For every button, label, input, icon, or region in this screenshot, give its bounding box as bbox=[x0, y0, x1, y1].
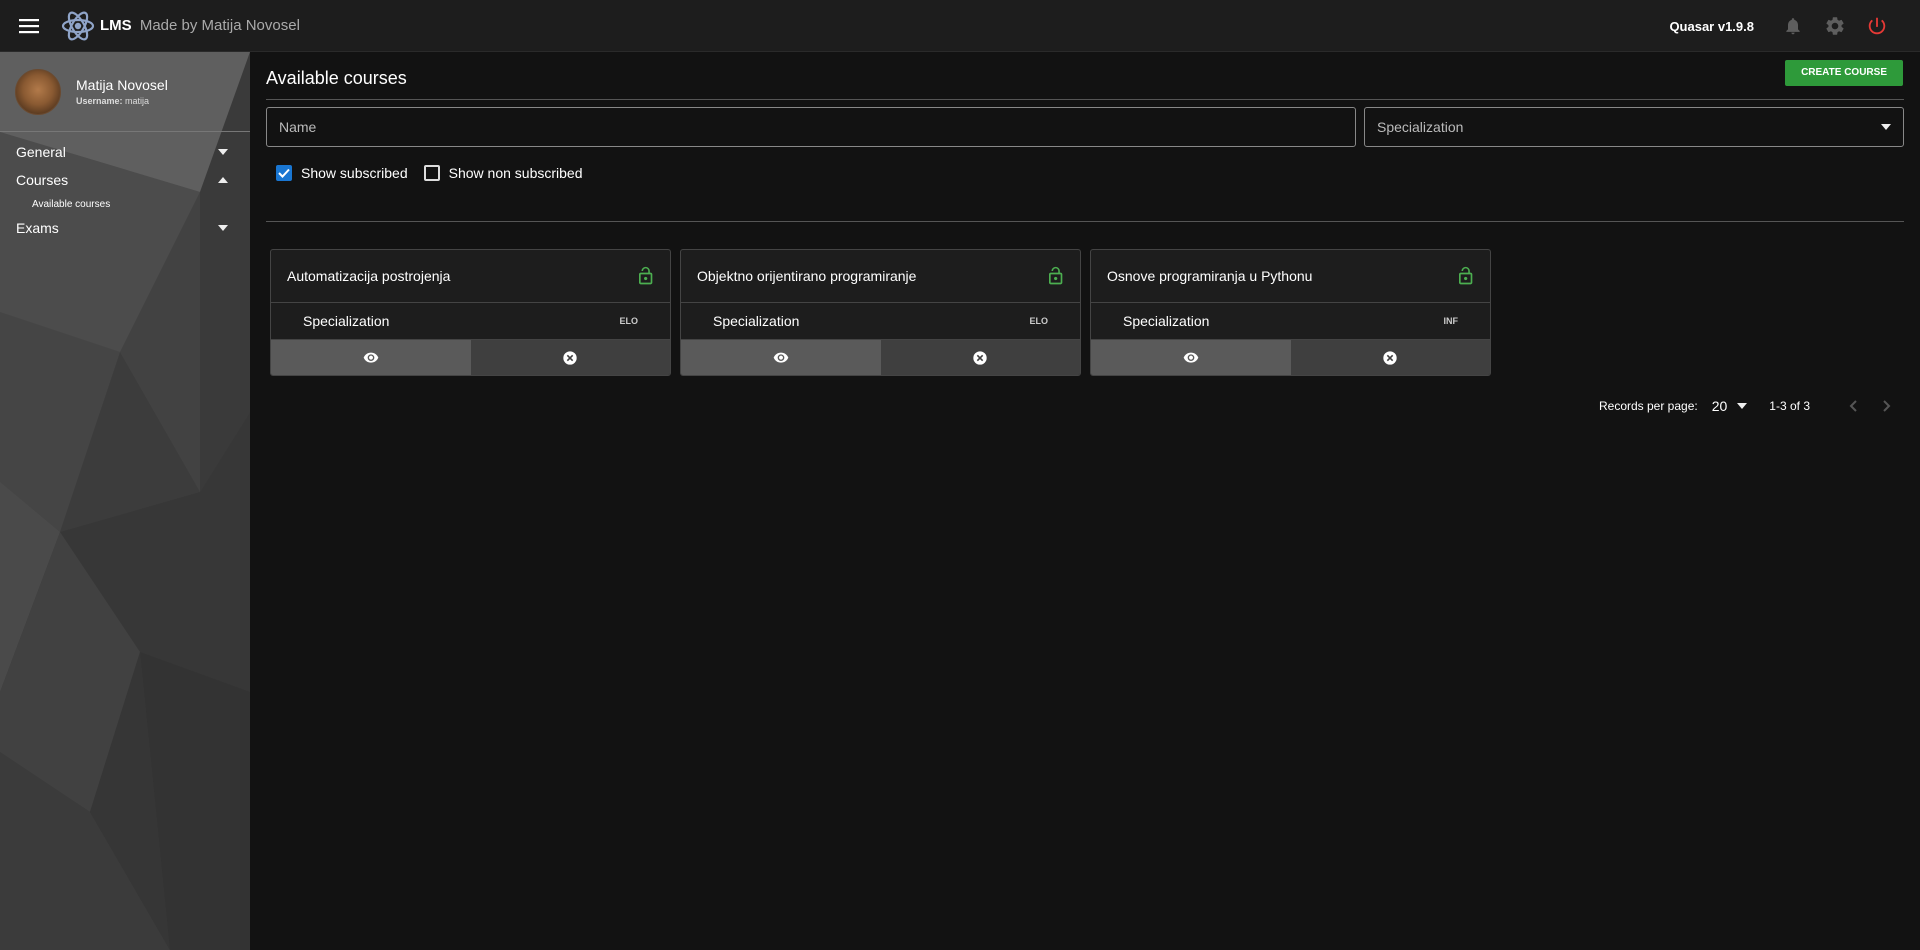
course-cards: Automatizacija postrojenja Specializatio… bbox=[266, 249, 1904, 376]
specialization-code: ELO bbox=[1029, 316, 1048, 326]
course-card-header: Automatizacija postrojenja bbox=[271, 250, 670, 303]
logout-button[interactable] bbox=[1856, 0, 1898, 52]
filters: Name Specialization bbox=[266, 107, 1904, 147]
course-name: Automatizacija postrojenja bbox=[287, 268, 451, 284]
avatar bbox=[15, 68, 61, 115]
chevron-down-icon bbox=[218, 149, 228, 155]
unsubscribe-course-button[interactable] bbox=[470, 340, 670, 375]
page-header: Available courses CREATE COURSE bbox=[266, 52, 1904, 100]
records-per-page-value: 20 bbox=[1711, 398, 1728, 414]
show-subscribed-checkbox[interactable]: Show subscribed bbox=[276, 165, 408, 181]
notifications-button[interactable] bbox=[1772, 0, 1814, 52]
main-content: Available courses CREATE COURSE Name Spe… bbox=[266, 52, 1904, 416]
course-name: Objektno orijentirano programiranje bbox=[697, 268, 917, 284]
username-label: Username: bbox=[76, 96, 123, 106]
username-value: matija bbox=[125, 96, 150, 106]
chevron-down-icon bbox=[218, 225, 228, 231]
course-card: Automatizacija postrojenja Specializatio… bbox=[270, 249, 671, 376]
app-subtitle: Made by Matija Novosel bbox=[139, 17, 300, 34]
profile-name: Matija Novosel bbox=[76, 77, 168, 93]
pagination-range: 1-3 of 3 bbox=[1769, 399, 1810, 413]
view-course-button[interactable] bbox=[681, 340, 881, 375]
show-subscribed-label: Show subscribed bbox=[301, 165, 408, 181]
eye-icon bbox=[1183, 352, 1199, 363]
course-specialization-row: Specialization ELO bbox=[681, 303, 1080, 340]
power-icon bbox=[1868, 17, 1886, 35]
filter-checkboxes: Show subscribed Show non subscribed bbox=[266, 147, 1904, 199]
pagination: Records per page: 20 1-3 of 3 bbox=[266, 396, 1904, 416]
bell-icon bbox=[1786, 18, 1800, 35]
records-per-page-label: Records per page: bbox=[1598, 399, 1698, 413]
course-card-actions bbox=[271, 340, 670, 375]
unsubscribe-course-button[interactable] bbox=[880, 340, 1080, 375]
checkbox-unchecked[interactable] bbox=[423, 165, 440, 181]
course-specialization-row: Specialization ELO bbox=[271, 303, 670, 340]
sidebar-item-available-courses[interactable]: Available courses bbox=[0, 194, 250, 214]
check-icon bbox=[278, 168, 290, 178]
sidebar-subitem-label: Available courses bbox=[32, 198, 111, 210]
app-brand: LMS bbox=[100, 17, 132, 34]
cancel-circle-icon bbox=[973, 351, 987, 365]
course-name: Osnove programiranja u Pythonu bbox=[1107, 268, 1313, 284]
course-specialization-row: Specialization INF bbox=[1091, 303, 1490, 340]
specialization-code: ELO bbox=[619, 316, 638, 326]
course-card: Objektno orijentirano programiranje Spec… bbox=[680, 249, 1081, 376]
chevron-down-icon bbox=[1737, 403, 1748, 409]
top-toolbar: LMS Made by Matija Novosel Quasar v1.9.8 bbox=[0, 0, 1920, 52]
page-title: Available courses bbox=[266, 68, 407, 88]
lock-open-icon bbox=[639, 266, 653, 285]
gear-icon bbox=[1826, 17, 1844, 35]
specialization-placeholder: Specialization bbox=[1377, 119, 1464, 135]
sidebar-item-label: Exams bbox=[16, 220, 59, 236]
profile-username: Username: matija bbox=[76, 96, 168, 106]
eye-icon bbox=[363, 352, 379, 363]
course-card-header: Objektno orijentirano programiranje bbox=[681, 250, 1080, 303]
sidebar-item-exams[interactable]: Exams bbox=[0, 214, 250, 242]
chevron-right-icon bbox=[1883, 400, 1891, 412]
specialization-label: Specialization bbox=[1123, 313, 1210, 329]
chevron-up-icon bbox=[218, 177, 228, 183]
previous-page-button[interactable] bbox=[1836, 400, 1870, 412]
chevron-left-icon bbox=[1849, 400, 1857, 412]
eye-icon bbox=[773, 352, 789, 363]
name-filter-input[interactable]: Name bbox=[266, 107, 1356, 147]
name-filter-placeholder: Name bbox=[279, 119, 317, 135]
specialization-code: INF bbox=[1443, 316, 1459, 326]
atom-logo-icon bbox=[61, 11, 95, 40]
menu-icon bbox=[19, 18, 39, 33]
chevron-down-icon bbox=[1881, 124, 1891, 130]
divider bbox=[266, 221, 1904, 222]
sidebar-nav: General Courses Available courses Exams bbox=[0, 132, 250, 242]
specialization-select[interactable]: Specialization bbox=[1364, 107, 1904, 147]
course-card-header: Osnove programiranja u Pythonu bbox=[1091, 250, 1490, 303]
course-card-actions bbox=[681, 340, 1080, 375]
checkbox-checked[interactable] bbox=[276, 165, 292, 181]
course-card: Osnove programiranja u Pythonu Specializ… bbox=[1090, 249, 1491, 376]
unsubscribe-course-button[interactable] bbox=[1290, 340, 1490, 375]
lock-open-icon bbox=[1049, 266, 1063, 285]
version-label: Quasar v1.9.8 bbox=[1669, 18, 1754, 34]
records-per-page-select[interactable]: 20 bbox=[1712, 398, 1748, 414]
cancel-circle-icon bbox=[563, 351, 577, 365]
cancel-circle-icon bbox=[1383, 351, 1397, 365]
specialization-label: Specialization bbox=[303, 313, 390, 329]
user-profile: Matija Novosel Username: matija bbox=[0, 52, 250, 132]
course-card-actions bbox=[1091, 340, 1490, 375]
view-course-button[interactable] bbox=[271, 340, 471, 375]
specialization-label: Specialization bbox=[713, 313, 800, 329]
next-page-button[interactable] bbox=[1870, 400, 1904, 412]
lock-open-icon bbox=[1459, 266, 1473, 285]
view-course-button[interactable] bbox=[1091, 340, 1291, 375]
sidebar: Matija Novosel Username: matija General … bbox=[0, 52, 250, 950]
show-non-subscribed-checkbox[interactable]: Show non subscribed bbox=[423, 165, 583, 181]
settings-button[interactable] bbox=[1814, 0, 1856, 52]
sidebar-item-courses[interactable]: Courses bbox=[0, 166, 250, 194]
sidebar-item-label: General bbox=[16, 144, 66, 160]
sidebar-item-label: Courses bbox=[16, 172, 69, 188]
show-non-subscribed-label: Show non subscribed bbox=[448, 165, 583, 181]
create-course-button[interactable]: CREATE COURSE bbox=[1785, 59, 1903, 86]
app-title: LMS Made by Matija Novosel bbox=[100, 17, 300, 34]
sidebar-item-general[interactable]: General bbox=[0, 138, 250, 166]
menu-button[interactable] bbox=[0, 0, 58, 52]
